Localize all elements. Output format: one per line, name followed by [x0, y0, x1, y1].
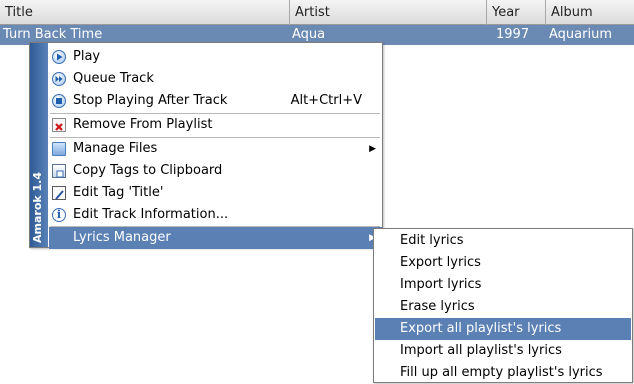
menu-item-label: Stop Playing After Track [73, 93, 228, 108]
stop-icon [52, 94, 66, 108]
info-icon: i [52, 208, 66, 222]
queue-icon [52, 72, 66, 86]
menu-item-label: Lyrics Manager [73, 230, 171, 245]
menu-item-label: Edit Track Information... [73, 207, 229, 222]
column-header-artist[interactable]: Artist [290, 0, 487, 25]
menu-item-queue-track[interactable]: Queue Track [49, 68, 382, 90]
submenu-item-label: Erase lyrics [400, 299, 475, 314]
menu-item-stop-after-track[interactable]: Stop Playing After Track Alt+Ctrl+V [49, 90, 382, 112]
track-context-menu: Amarok 1.4 Play Queue Track Stop Playing… [29, 42, 383, 249]
menu-item-manage-files[interactable]: Manage Files ▶ [49, 138, 382, 160]
menu-item-play[interactable]: Play [49, 46, 382, 68]
stop-after-track-shortcut: Alt+Ctrl+V [290, 93, 362, 108]
menu-item-edit-tag[interactable]: Edit Tag 'Title' [49, 182, 382, 204]
submenu-item-import-all-playlist-lyrics[interactable]: Import all playlist's lyrics [375, 340, 631, 362]
menu-item-remove-from-playlist[interactable]: Remove From Playlist [49, 114, 382, 136]
submenu-item-label: Edit lyrics [400, 233, 464, 248]
submenu-arrow-icon: ▶ [369, 144, 376, 154]
submenu-item-export-lyrics[interactable]: Export lyrics [375, 252, 631, 274]
menu-item-label: Copy Tags to Clipboard [73, 163, 223, 178]
menu-item-lyrics-manager[interactable]: Lyrics Manager ▶ [49, 227, 382, 249]
menu-item-label: Play [73, 49, 101, 64]
column-header-album[interactable]: Album [546, 0, 634, 25]
submenu-item-import-lyrics[interactable]: Import lyrics [375, 274, 631, 296]
track-album: Aquarium [549, 27, 612, 42]
submenu-item-label: Fill up all empty playlist's lyrics [400, 365, 603, 380]
amarok-window: Title Artist Year Album Turn Back Time A… [0, 0, 634, 384]
edit-icon [52, 186, 66, 200]
playlist-header: Title Artist Year Album [0, 0, 634, 25]
menu-sidebar-title: Amarok 1.4 [31, 171, 44, 243]
submenu-item-erase-lyrics[interactable]: Erase lyrics [375, 296, 631, 318]
copy-icon [52, 164, 66, 178]
column-header-title[interactable]: Title [0, 0, 290, 25]
menu-item-label: Queue Track [73, 71, 154, 86]
submenu-item-label: Export lyrics [400, 255, 481, 270]
play-icon [52, 50, 66, 64]
submenu-item-label: Import all playlist's lyrics [400, 343, 562, 358]
menu-item-label: Remove From Playlist [73, 117, 213, 132]
track-year: 1997 [496, 27, 530, 42]
menu-item-copy-tags[interactable]: Copy Tags to Clipboard [49, 160, 382, 182]
menu-item-label: Edit Tag 'Title' [73, 185, 164, 200]
menu-item-edit-track-info[interactable]: i Edit Track Information... [49, 204, 382, 226]
submenu-item-edit-lyrics[interactable]: Edit lyrics [375, 230, 631, 252]
remove-icon [52, 118, 66, 132]
menu-item-label: Manage Files [73, 141, 158, 156]
lyrics-manager-submenu: Edit lyrics Export lyrics Import lyrics … [373, 228, 633, 383]
submenu-item-label: Export all playlist's lyrics [400, 321, 562, 336]
submenu-item-export-all-playlist-lyrics[interactable]: Export all playlist's lyrics [375, 318, 631, 340]
column-header-year[interactable]: Year [487, 0, 546, 25]
submenu-item-label: Import lyrics [400, 277, 482, 292]
menu-sidebar: Amarok 1.4 [30, 43, 48, 247]
folder-icon [52, 142, 66, 156]
submenu-item-fill-empty-playlist-lyrics[interactable]: Fill up all empty playlist's lyrics [375, 362, 631, 384]
